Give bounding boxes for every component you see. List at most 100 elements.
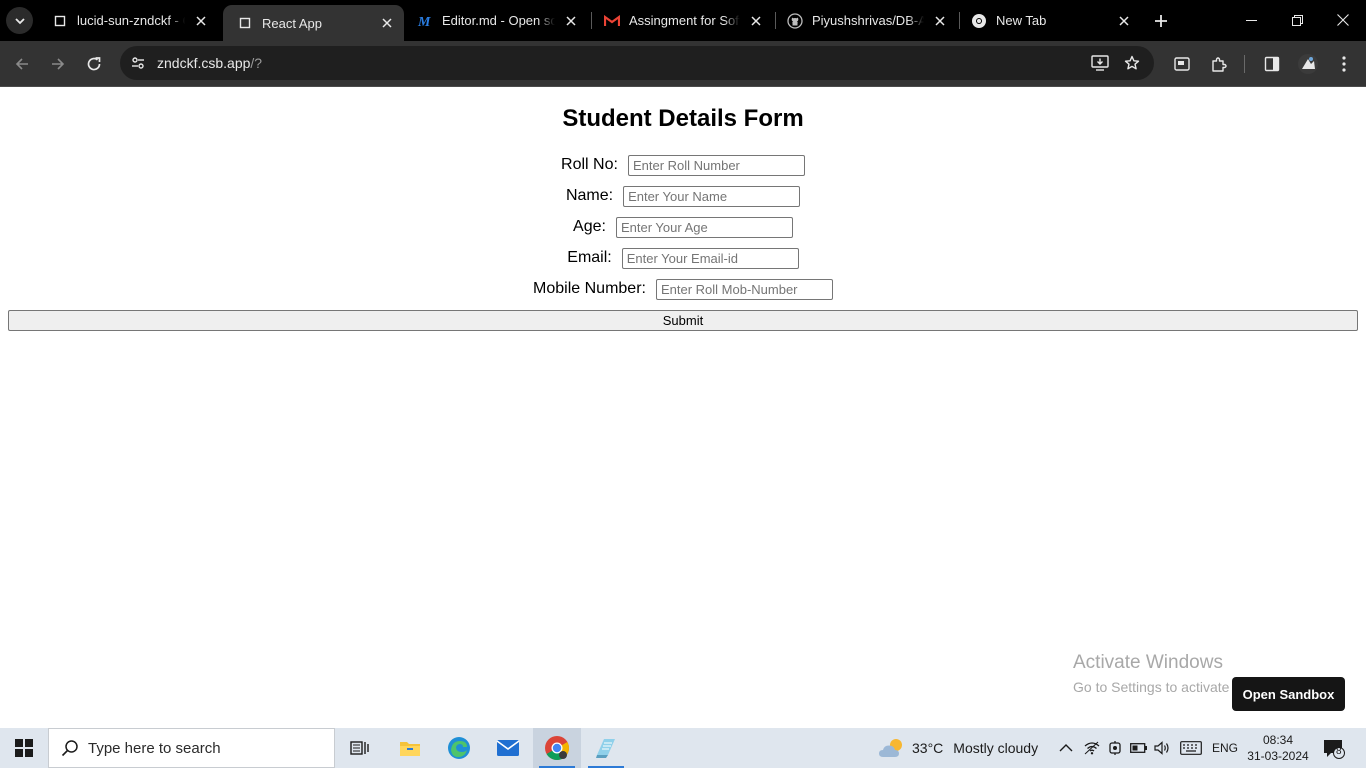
window-close-button[interactable] xyxy=(1320,0,1366,40)
taskbar-notepad-app[interactable] xyxy=(582,728,630,768)
clock-time: 08:34 xyxy=(1262,733,1294,747)
gmail-icon xyxy=(604,13,620,29)
form-row-email: Email: xyxy=(0,246,1366,270)
close-icon[interactable] xyxy=(191,11,211,31)
more-menu-icon[interactable] xyxy=(1330,50,1358,78)
url-text: zndckf.csb.app/? xyxy=(157,55,262,71)
system-clock[interactable]: 08:34 31-03-2024 xyxy=(1245,732,1311,764)
svg-text:M: M xyxy=(417,15,431,28)
chrome-icon xyxy=(971,13,987,29)
tab-title: New Tab xyxy=(996,13,1047,28)
url-host: zndckf.csb.app xyxy=(157,55,251,71)
task-view-icon xyxy=(350,741,369,755)
page-content: Student Details Form Roll No: Name: Age:… xyxy=(0,87,1366,728)
tab-new-tab[interactable]: New Tab xyxy=(957,0,1141,41)
battery-icon[interactable] xyxy=(1129,738,1149,758)
network-icon[interactable] xyxy=(1082,738,1102,758)
tab-react-app[interactable]: React App xyxy=(223,5,404,41)
location-icon[interactable] xyxy=(1105,738,1125,758)
tab-title: Assingment for Softw xyxy=(629,13,740,28)
url-path: /? xyxy=(250,55,263,71)
forward-button[interactable] xyxy=(44,50,72,78)
tab-search-button[interactable] xyxy=(6,7,33,34)
site-info-icon[interactable] xyxy=(126,51,150,75)
close-icon xyxy=(1337,14,1349,26)
restore-icon xyxy=(1291,14,1303,26)
taskbar-edge[interactable] xyxy=(435,728,483,768)
taskbar-mail[interactable] xyxy=(484,728,532,768)
age-label: Age: xyxy=(573,218,606,235)
keyboard-icon[interactable] xyxy=(1179,738,1203,758)
taskbar-file-explorer[interactable] xyxy=(386,728,434,768)
minimize-icon xyxy=(1245,19,1257,21)
media-control-icon[interactable] xyxy=(1168,50,1196,78)
minimize-button[interactable] xyxy=(1228,0,1274,40)
tab-gmail[interactable]: Assingment for Softw xyxy=(590,0,773,41)
form-row-age: Age: xyxy=(0,215,1366,239)
mobile-number-input[interactable] xyxy=(655,278,833,300)
roll-no-input[interactable] xyxy=(627,154,805,176)
notepad-icon xyxy=(596,739,615,758)
back-button[interactable] xyxy=(8,50,36,78)
tab-github[interactable]: Piyushshrivas/DB-Ass xyxy=(773,0,957,41)
windows-logo-icon xyxy=(15,739,33,757)
chrome-icon xyxy=(545,736,569,761)
start-button[interactable] xyxy=(0,728,48,768)
tab-lucid-sun[interactable]: lucid-sun-zndckf - Co xyxy=(38,0,218,41)
browser-toolbar: zndckf.csb.app/? xyxy=(0,41,1366,86)
markdown-m-icon: M xyxy=(417,13,433,29)
search-placeholder: Type here to search xyxy=(88,739,221,757)
taskbar-search-box[interactable]: Type here to search xyxy=(48,728,335,768)
form-row-name: Name: xyxy=(0,184,1366,208)
name-input[interactable] xyxy=(623,185,801,207)
email-input[interactable] xyxy=(621,247,799,269)
submit-button[interactable]: Submit xyxy=(8,310,1358,331)
install-app-icon[interactable] xyxy=(1088,51,1112,75)
show-hidden-icons-chevron-up-icon[interactable] xyxy=(1056,738,1076,758)
edge-icon xyxy=(448,737,470,759)
age-input[interactable] xyxy=(615,216,793,238)
page-title: Student Details Form xyxy=(562,105,804,132)
plus-icon xyxy=(1154,14,1167,27)
search-icon xyxy=(60,738,80,758)
weather-widget[interactable]: 33°C Mostly cloudy xyxy=(878,728,1038,768)
restore-button[interactable] xyxy=(1274,0,1320,40)
roll-no-label: Roll No: xyxy=(561,156,618,173)
address-bar[interactable]: zndckf.csb.app/? xyxy=(120,46,1154,80)
tab-title: lucid-sun-zndckf - Co xyxy=(77,13,185,28)
tab-title: React App xyxy=(262,15,322,31)
close-icon[interactable] xyxy=(377,13,397,33)
github-icon xyxy=(787,12,803,29)
close-icon[interactable] xyxy=(746,11,766,31)
extensions-puzzle-icon[interactable] xyxy=(1205,50,1233,78)
input-language[interactable]: ENG xyxy=(1212,728,1238,768)
close-icon[interactable] xyxy=(561,11,581,31)
notification-center-button[interactable]: 8 xyxy=(1322,738,1346,760)
side-panel-icon[interactable] xyxy=(1258,50,1286,78)
new-tab-button[interactable] xyxy=(1148,8,1173,33)
open-sandbox-button[interactable]: Open Sandbox xyxy=(1232,677,1345,711)
close-icon[interactable] xyxy=(1114,11,1134,31)
email-label: Email: xyxy=(567,249,612,266)
tab-title: Editor.md - Open sou xyxy=(442,13,555,28)
browser-tab-strip: lucid-sun-zndckf - Co React App M Editor… xyxy=(0,0,1366,41)
mail-icon xyxy=(496,740,520,756)
codesandbox-icon xyxy=(237,15,253,31)
watermark-line-1: Activate Windows xyxy=(1073,652,1223,673)
reload-button[interactable] xyxy=(80,50,108,78)
taskbar-chrome[interactable] xyxy=(533,728,581,768)
folder-icon xyxy=(400,742,420,756)
codesandbox-icon xyxy=(52,13,68,29)
volume-icon[interactable] xyxy=(1153,738,1173,758)
arrow-left-icon xyxy=(15,58,28,70)
windows-taskbar: Type here to search 33°C Mostly cloudy E… xyxy=(0,728,1366,768)
bookmark-star-icon[interactable] xyxy=(1120,51,1144,75)
profile-avatar-icon[interactable] xyxy=(1294,50,1322,78)
tab-editor-md[interactable]: M Editor.md - Open sou xyxy=(403,0,588,41)
close-icon[interactable] xyxy=(930,11,950,31)
task-view-button[interactable] xyxy=(336,728,384,768)
notification-count-badge: 8 xyxy=(1336,746,1342,757)
toolbar-separator xyxy=(1244,55,1245,73)
partly-cloudy-icon xyxy=(879,739,902,757)
form-row-mobile-number: Mobile Number: xyxy=(0,277,1366,301)
